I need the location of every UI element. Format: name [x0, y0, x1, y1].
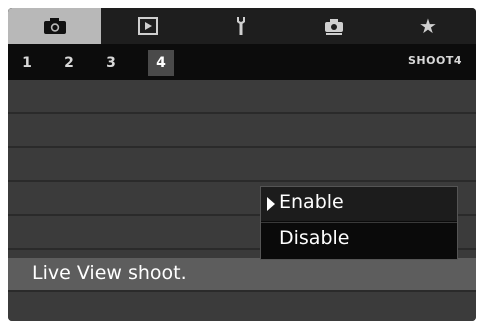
menu-row-empty — [8, 148, 476, 182]
subtab-1[interactable]: 1 — [14, 50, 40, 76]
main-tab-bar: ★ — [8, 8, 476, 44]
playback-icon — [137, 17, 158, 35]
selection-caret-icon — [267, 197, 275, 211]
camera-icon — [43, 18, 66, 34]
camera-menu-screen: ★ 1 2 3 4 SHOOT4 Live View shoot. Enable… — [8, 8, 476, 321]
tab-custom-functions[interactable] — [287, 8, 380, 44]
menu-row-label: Live View shoot. — [32, 262, 187, 284]
tab-shooting[interactable] — [8, 8, 101, 44]
page-title: SHOOT4 — [408, 54, 462, 67]
menu-row-empty — [8, 114, 476, 148]
subtab-3[interactable]: 3 — [98, 50, 124, 76]
tab-my-menu[interactable]: ★ — [380, 8, 476, 44]
tab-playback[interactable] — [101, 8, 194, 44]
custom-functions-icon — [324, 19, 343, 35]
subtab-2[interactable]: 2 — [56, 50, 82, 76]
option-label: Enable — [279, 191, 344, 213]
tab-setup[interactable] — [194, 8, 287, 44]
menu-row-empty — [8, 80, 476, 114]
sub-tab-bar: 1 2 3 4 SHOOT4 — [8, 44, 476, 80]
option-label: Disable — [279, 227, 350, 249]
option-enable[interactable]: Enable — [261, 187, 457, 221]
option-disable[interactable]: Disable — [261, 223, 457, 257]
menu-row-empty — [8, 292, 476, 321]
menu-row-live-view-shoot[interactable]: Live View shoot. — [8, 258, 476, 292]
wrench-icon — [236, 17, 245, 35]
star-icon: ★ — [419, 14, 437, 38]
options-popup: Enable Disable — [260, 186, 458, 260]
subtab-4[interactable]: 4 — [148, 50, 174, 76]
